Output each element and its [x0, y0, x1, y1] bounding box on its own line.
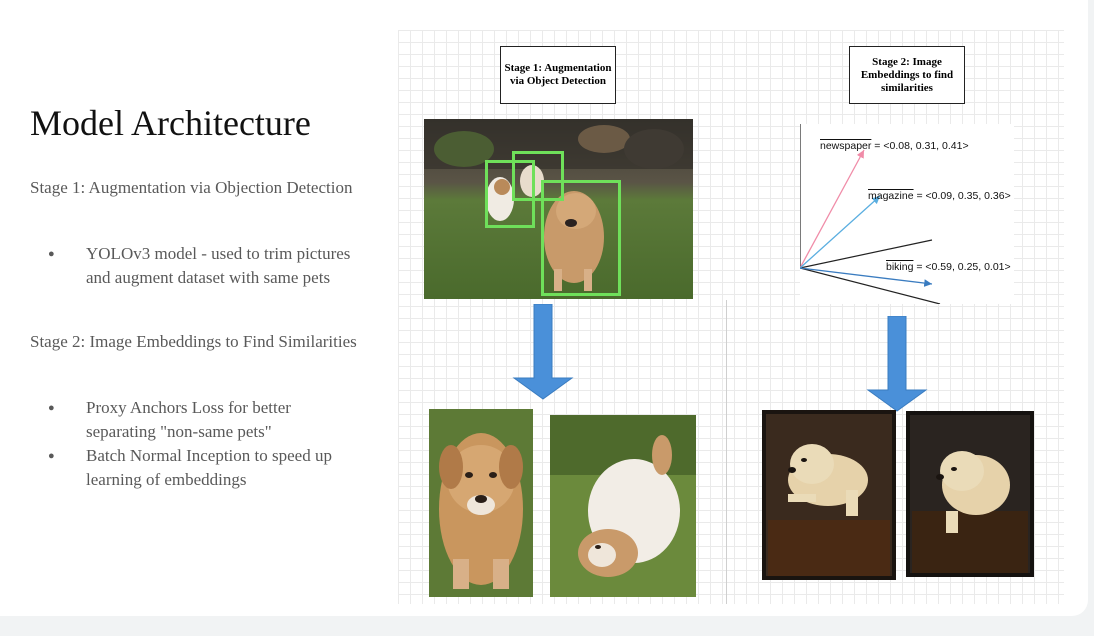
- diagram-divider: [726, 300, 727, 604]
- cropped-puppy-photo: [429, 409, 533, 597]
- biking-label: biking = <0.59, 0.25, 0.01>: [886, 261, 1011, 273]
- list-item: Proxy Anchors Loss for better separating…: [30, 396, 360, 444]
- puppy-crop-image: [550, 415, 696, 597]
- vector-diagram: newspaper = <0.08, 0.31, 0.41> magazine …: [800, 124, 1014, 304]
- magazine-vector: [800, 195, 881, 269]
- target-dog-photo: [906, 411, 1034, 577]
- down-arrow-icon: [512, 304, 574, 400]
- newspaper-vector: [800, 149, 865, 269]
- stage1-bullet-list: YOLOv3 model - used to trim pictures and…: [30, 242, 360, 290]
- slide: Model Architecture Stage 1: Augmentation…: [0, 0, 1088, 616]
- list-item: Batch Normal Inception to speed up learn…: [30, 444, 360, 492]
- detection-photo: [424, 119, 693, 299]
- dog-photo-image: [762, 410, 896, 580]
- newspaper-label: newspaper = <0.08, 0.31, 0.41>: [820, 140, 969, 152]
- puppy-crop-image: [429, 409, 533, 597]
- stage2-heading: Stage 2: Image Embeddings to Find Simila…: [30, 332, 357, 351]
- down-arrow-icon: [866, 316, 928, 412]
- slide-title: Model Architecture: [30, 103, 311, 143]
- detection-box: [541, 180, 621, 296]
- list-item: YOLOv3 model - used to trim pictures and…: [30, 242, 360, 290]
- magazine-label: magazine = <0.09, 0.35, 0.36>: [868, 190, 1011, 202]
- stage1-heading: Stage 1: Augmentation via Objection Dete…: [30, 178, 353, 197]
- cropped-puppy-photo: [550, 415, 696, 597]
- dog-photo-image: [906, 411, 1034, 577]
- axis-line: [800, 267, 941, 304]
- stage2-box: Stage 2: Image Embeddings to find simila…: [849, 46, 965, 104]
- stage1-box: Stage 1: Augmentation via Object Detecti…: [500, 46, 616, 104]
- target-dog-photo: [762, 410, 896, 580]
- stage2-bullet-list: Proxy Anchors Loss for better separating…: [30, 396, 360, 492]
